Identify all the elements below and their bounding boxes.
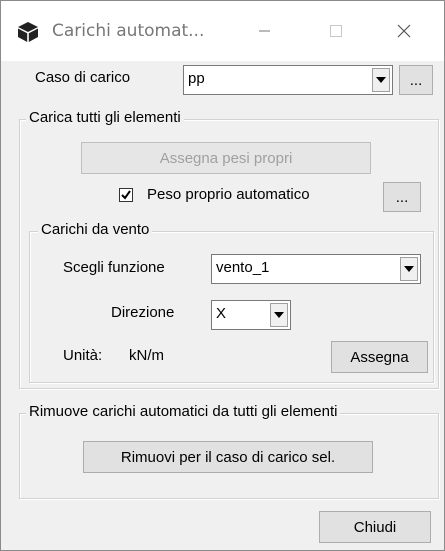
auto-self-weight-label: Peso proprio automatico xyxy=(147,186,310,203)
load-case-select[interactable]: pp xyxy=(183,65,393,95)
auto-self-weight-checkbox[interactable] xyxy=(119,188,133,202)
load-case-label: Caso di carico xyxy=(35,69,131,86)
unit-label: Unità: xyxy=(63,347,103,364)
wind-group-title: Carichi da vento xyxy=(38,221,153,238)
minimize-icon[interactable] xyxy=(244,15,284,47)
remove-group-title: Rimuove carichi automatici da tutti gli … xyxy=(26,403,341,420)
close-button[interactable]: Chiudi xyxy=(319,511,431,543)
maximize-icon[interactable] xyxy=(316,15,356,47)
close-icon[interactable] xyxy=(384,15,424,47)
chevron-down-icon[interactable] xyxy=(400,257,418,281)
chevron-down-icon[interactable] xyxy=(270,303,288,327)
wind-function-label: Scegli funzione xyxy=(63,259,165,276)
unit-value: kN/m xyxy=(129,347,164,364)
load-case-value: pp xyxy=(188,70,205,87)
wind-function-select[interactable]: vento_1 xyxy=(211,254,421,284)
cube-icon xyxy=(17,21,39,43)
self-weight-more-button[interactable]: ... xyxy=(383,182,421,212)
title-bar[interactable]: Carichi automat... xyxy=(1,1,444,61)
wind-direction-label: Direzione xyxy=(111,304,175,321)
chevron-down-icon[interactable] xyxy=(372,68,390,92)
dialog-window: Carichi automat... Caso di carico pp ...… xyxy=(0,0,445,551)
wind-assign-button[interactable]: Assegna xyxy=(331,341,428,373)
remove-loads-button[interactable]: Rimuovi per il caso di carico sel. xyxy=(83,441,373,473)
wind-direction-select[interactable]: X xyxy=(211,300,291,330)
window-title: Carichi automat... xyxy=(52,21,205,41)
wind-function-value: vento_1 xyxy=(216,259,270,276)
load-all-group-title: Carica tutti gli elementi xyxy=(26,109,184,126)
wind-direction-value: X xyxy=(216,305,227,322)
assign-self-weight-button[interactable]: Assegna pesi propri xyxy=(81,142,371,174)
load-case-more-button[interactable]: ... xyxy=(399,65,433,95)
